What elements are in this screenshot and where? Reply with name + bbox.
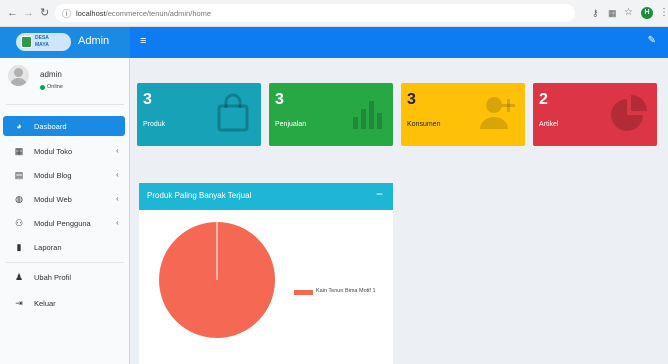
kebab-menu-icon[interactable]: ⋮: [659, 6, 668, 20]
sidebar-item-modul-toko[interactable]: ▦ Modul Toko ‹: [0, 146, 130, 160]
sidebar-item-modul-web[interactable]: ◍ Modul Web ‹: [0, 194, 130, 208]
stat-label: Artikel: [539, 121, 559, 128]
file-icon: ▮: [16, 242, 22, 252]
best-selling-products-panel: Produk Paling Banyak Terjual − Kain Tenu…: [139, 183, 393, 364]
stat-label: Konsumen: [407, 121, 441, 128]
sidebar-item-label: Ubah Profil: [34, 273, 72, 282]
divider: [6, 262, 124, 263]
users-icon: ⚇: [14, 218, 24, 228]
url-text[interactable]: localhost/ecommerce/tenun/admin/home: [76, 9, 211, 18]
sidebar-item-label: Modul Toko: [34, 147, 73, 156]
panel-title: Produk Paling Banyak Terjual: [147, 191, 252, 200]
sidebar-item-label: Modul Pengguna: [34, 219, 91, 228]
divider: [6, 104, 124, 105]
user-plus-icon: [480, 97, 515, 129]
collapse-button[interactable]: −: [376, 187, 383, 201]
stat-value: 3: [275, 91, 284, 108]
legend-label: Kain Tenun Bima Motif 1: [316, 288, 376, 294]
sidebar-item-label: Modul Blog: [34, 171, 72, 180]
stat-value: 2: [539, 91, 548, 108]
stat-box-konsumen[interactable]: 3 Konsumen: [401, 83, 525, 146]
top-navbar: ≡ ✎: [130, 27, 668, 58]
sidebar-item-label: Keluar: [34, 299, 56, 308]
pie-chart: [159, 222, 275, 338]
key-icon[interactable]: ⚷: [592, 6, 599, 20]
sidebar-item-dashboard[interactable]: ◕ Dasboard: [0, 121, 130, 135]
chevron-left-icon: ‹: [116, 146, 119, 155]
stat-value: 3: [143, 91, 152, 108]
chevron-left-icon: ‹: [116, 170, 119, 179]
brand-name: Admin: [78, 35, 110, 47]
stat-label: Produk: [143, 121, 166, 128]
user-status: Online: [47, 84, 63, 90]
browser-toolbar: ← → ↻ ⓘ localhost/ecommerce/tenun/admin/…: [0, 0, 668, 27]
edit-icon[interactable]: ✎: [648, 35, 656, 46]
panel-header: Produk Paling Banyak Terjual −: [139, 183, 393, 210]
stat-label: Penjualan: [275, 121, 307, 128]
logo-area[interactable]: DESA MAYA Admin: [0, 27, 130, 58]
user-name: admin: [40, 70, 62, 79]
stat-box-penjualan[interactable]: 3 Penjualan: [269, 83, 393, 146]
legend-swatch: [294, 290, 313, 295]
user-avatar: [8, 65, 29, 86]
back-arrow-icon[interactable]: ←: [7, 6, 18, 20]
chevron-left-icon: ‹: [116, 218, 119, 227]
sidebar-item-modul-pengguna[interactable]: ⚇ Modul Pengguna ‹: [0, 218, 130, 232]
globe-icon: ◍: [15, 194, 23, 204]
sidebar-item-modul-blog[interactable]: ▤ Modul Blog ‹: [0, 170, 130, 184]
sidebar-item-keluar[interactable]: ⇥ Keluar: [0, 298, 130, 312]
pie-chart-icon: [611, 95, 647, 131]
sidebar-item-label: Modul Web: [34, 195, 72, 204]
logo-text-line1: DESA: [35, 35, 49, 41]
shopping-bag-icon: [217, 93, 249, 132]
logo-badge: DESA MAYA: [16, 33, 71, 51]
sidebar-item-label: Dasboard: [34, 122, 67, 131]
sign-out-icon: ⇥: [15, 298, 23, 308]
stat-value: 3: [407, 91, 416, 108]
info-icon[interactable]: ⓘ: [62, 7, 71, 21]
newspaper-icon: ▤: [14, 170, 24, 180]
logo-mark-icon: [21, 36, 32, 48]
sidebar-item-laporan[interactable]: ▮ Laporan: [0, 242, 130, 256]
stat-box-artikel[interactable]: 2 Artikel: [533, 83, 657, 146]
profile-avatar[interactable]: H: [641, 7, 653, 19]
chevron-left-icon: ‹: [116, 194, 119, 203]
hamburger-menu-icon[interactable]: ≡: [140, 35, 146, 47]
dashboard-icon: ◕: [16, 121, 22, 131]
bar-chart-icon: [353, 101, 382, 129]
sidebar-item-ubah-profil[interactable]: ♟ Ubah Profil: [0, 272, 130, 286]
user-icon: ♟: [14, 272, 24, 282]
online-status-dot: [40, 85, 45, 90]
logo-text-line2: MAYA: [35, 42, 49, 48]
grid-icon: ▦: [14, 146, 24, 156]
star-icon[interactable]: ☆: [624, 6, 633, 20]
translate-icon[interactable]: ▦: [608, 6, 617, 20]
url-path: /ecommerce/tenun/admin/home: [105, 9, 212, 18]
reload-icon[interactable]: ↻: [40, 6, 49, 20]
forward-arrow-icon[interactable]: →: [23, 6, 34, 20]
stat-box-produk[interactable]: 3 Produk: [137, 83, 261, 146]
sidebar-item-label: Laporan: [34, 243, 62, 252]
url-host: localhost: [76, 9, 106, 18]
sidebar: admin Online: [0, 58, 130, 364]
